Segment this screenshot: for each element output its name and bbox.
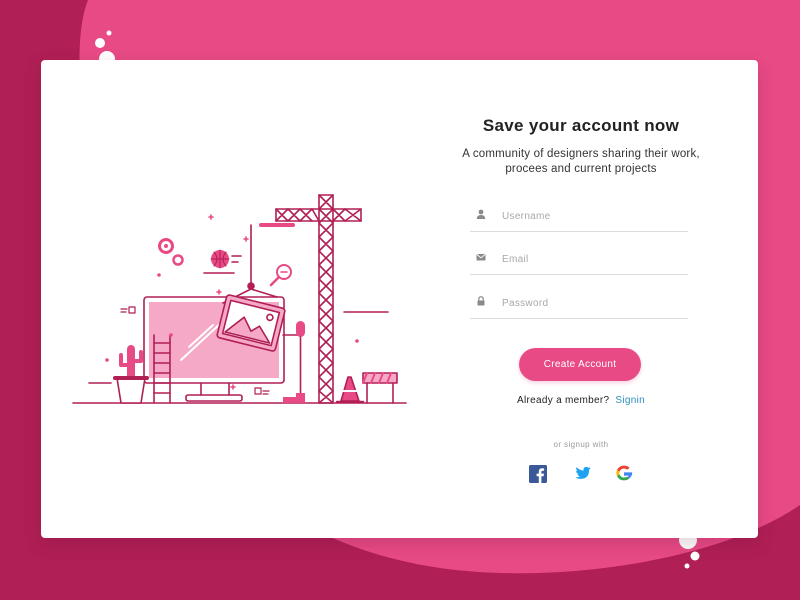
member-prompt-text: Already a member? <box>517 395 610 406</box>
form-title: Save your account now <box>482 116 680 135</box>
create-account-button[interactable]: Create Account <box>519 348 641 381</box>
barrier-icon <box>362 372 398 404</box>
social-signup-row <box>528 464 634 484</box>
subtitle-line: A community of designers sharing their w… <box>462 148 700 160</box>
facebook-icon <box>529 465 547 483</box>
bubble-dot <box>690 551 700 561</box>
image-icon <box>216 224 286 352</box>
signin-link[interactable]: Signin <box>615 395 645 406</box>
password-input[interactable] <box>500 292 684 314</box>
signup-form: Save your account now A community of des… <box>451 60 711 538</box>
twitter-button[interactable] <box>571 464 591 484</box>
signup-card: Save your account now A community of des… <box>41 60 758 538</box>
basketball-icon <box>210 249 242 269</box>
google-button[interactable] <box>614 464 634 484</box>
envelope-icon <box>476 254 486 261</box>
gear-icon <box>158 238 184 266</box>
signin-prompt: Already a member? Signin <box>451 395 711 406</box>
facebook-button[interactable] <box>528 464 548 484</box>
email-field[interactable] <box>470 240 688 275</box>
construction-illustration <box>72 194 407 404</box>
twitter-icon <box>575 466 591 479</box>
plumb-icon <box>283 321 305 403</box>
google-icon <box>616 465 633 481</box>
cactus-icon <box>113 345 149 404</box>
lock-icon <box>477 296 485 306</box>
username-field[interactable] <box>470 197 688 232</box>
bubble-dot <box>95 38 105 48</box>
user-icon <box>476 209 486 219</box>
bubble-dot <box>106 30 112 36</box>
form-subtitle: A community of designers sharing their w… <box>439 147 723 176</box>
password-field[interactable] <box>470 284 688 319</box>
username-input[interactable] <box>500 205 684 227</box>
subtitle-line: procees and current projects <box>505 162 657 175</box>
traffic-cone-icon <box>335 376 365 404</box>
bubble-dot <box>684 563 690 569</box>
magnifier-icon <box>269 264 292 287</box>
email-input[interactable] <box>500 248 684 270</box>
or-signup-label: or signup with <box>553 440 609 449</box>
